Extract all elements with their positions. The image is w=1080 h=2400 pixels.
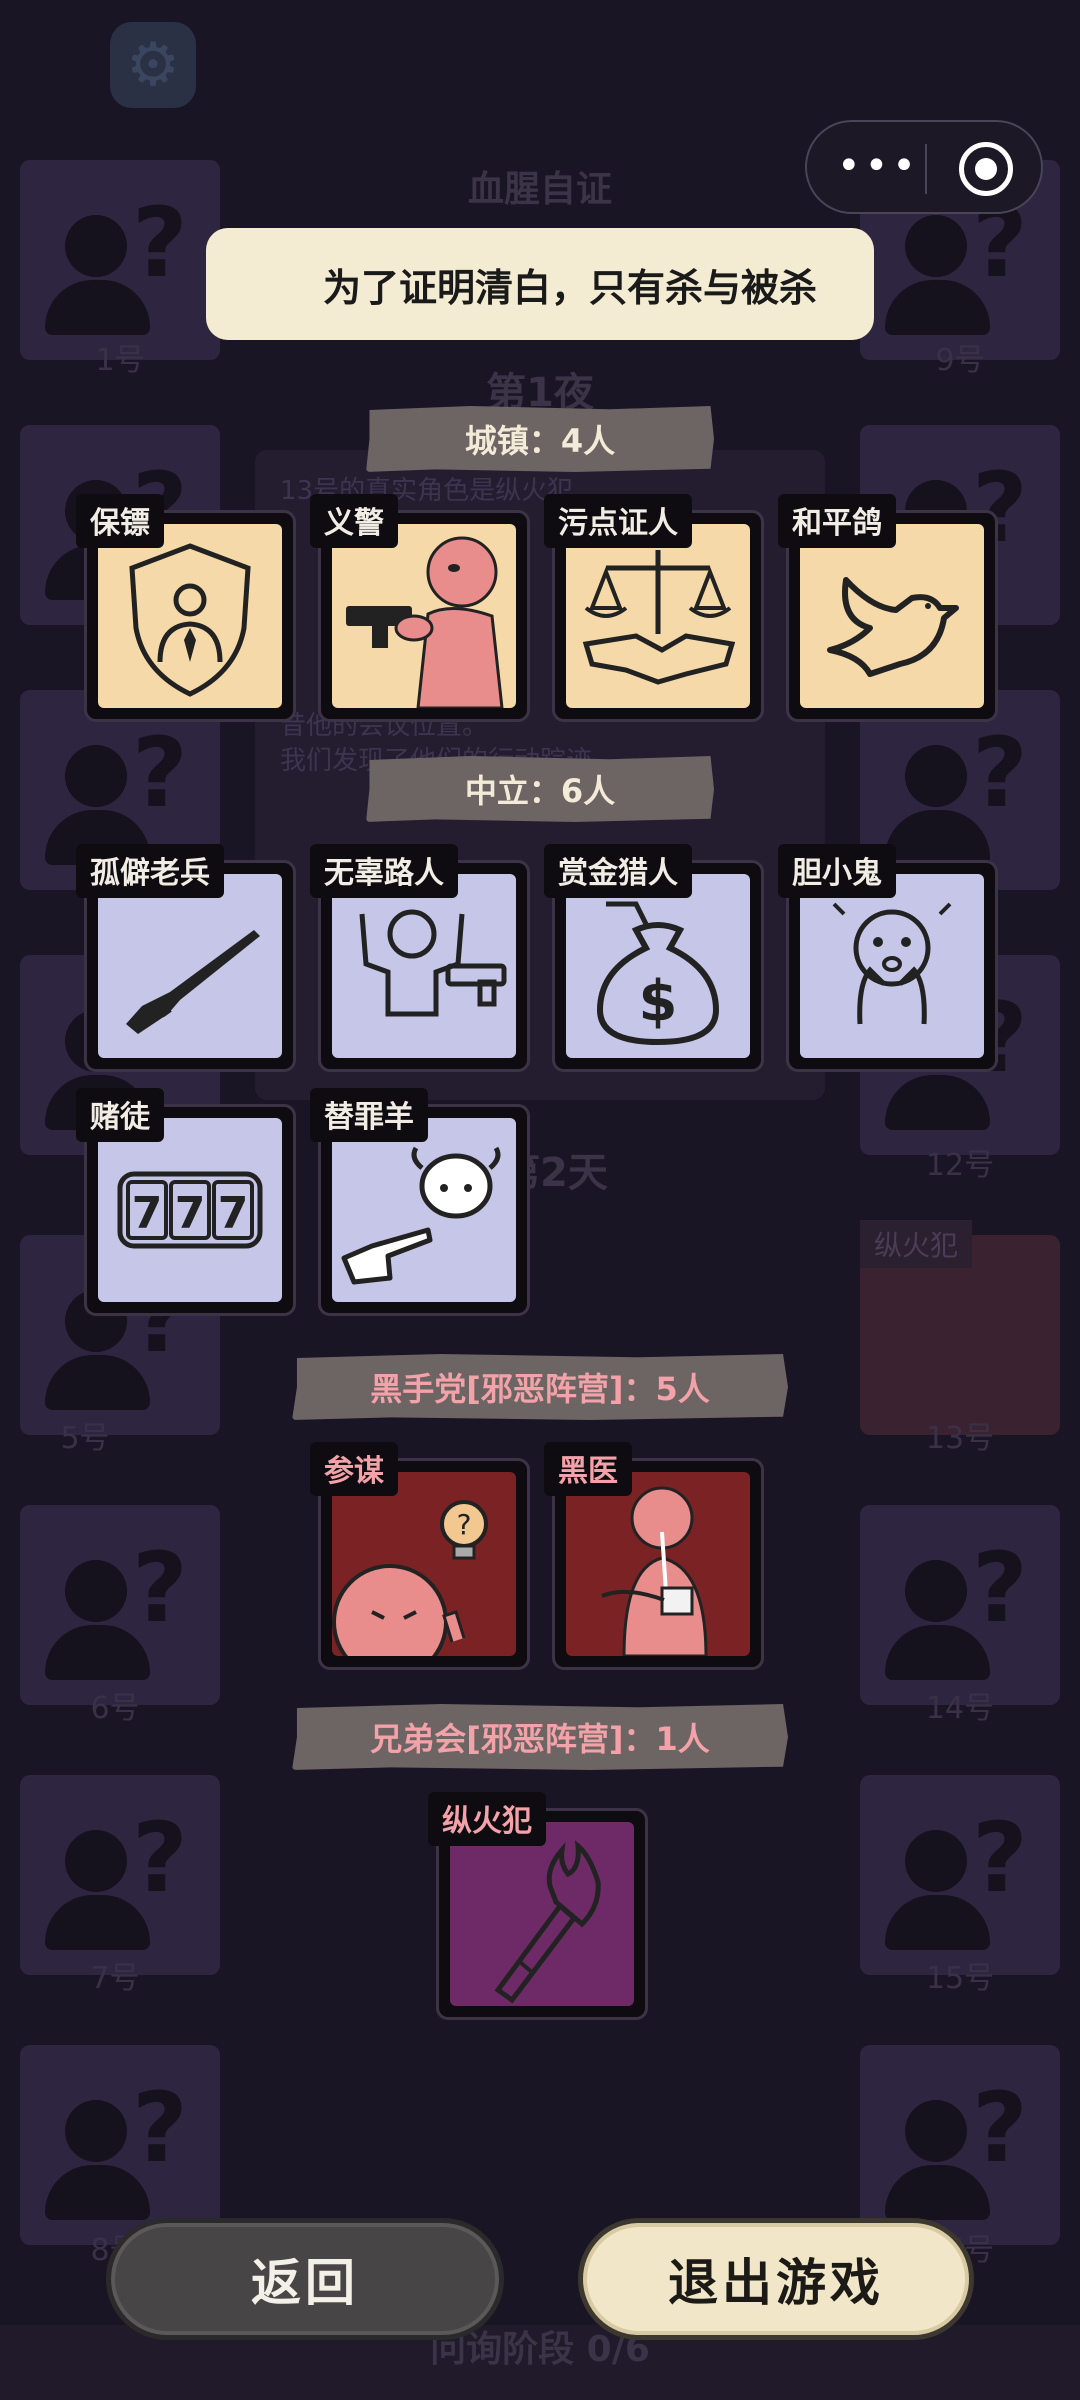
capsule-divider — [925, 144, 927, 194]
torch-icon — [450, 1822, 634, 2006]
seat-number: 1号 — [95, 343, 145, 378]
svg-text:$: $ — [639, 969, 678, 1034]
role-card-bystander[interactable]: 无辜路人 — [310, 844, 530, 1072]
pointing-sheep-icon — [332, 1118, 516, 1302]
player-seat: ? — [20, 1775, 220, 1975]
idea-bulb-icon: ? — [332, 1472, 516, 1656]
role-name: 保镖 — [76, 494, 164, 548]
game-title: 血腥自证 — [467, 169, 612, 210]
dove-icon — [800, 524, 984, 708]
role-card-gambler[interactable]: 7 7 7 赌徒 — [76, 1088, 296, 1316]
more-dots-icon[interactable]: ••• — [837, 146, 917, 188]
seat-number: 9号 — [935, 343, 985, 378]
role-name: 孤僻老兵 — [76, 844, 224, 898]
seat-number: 14号 — [925, 1691, 995, 1726]
tagline-banner: 为了证明清白，只有杀与被杀 — [206, 228, 874, 340]
role-card-arsonist[interactable]: 纵火犯 — [428, 1792, 648, 2020]
role-name: 义警 — [310, 494, 398, 548]
role-name: 和平鸽 — [778, 494, 896, 548]
section-header-town: 城镇：4人 — [366, 406, 714, 472]
seat-number: 7号 — [90, 1961, 140, 1996]
seat-number: 6号 — [90, 1691, 140, 1726]
role-name: 赌徒 — [76, 1088, 164, 1142]
player-seat: ? — [20, 1505, 220, 1705]
player-seat: ? — [860, 1505, 1060, 1705]
money-bag-icon: $ — [566, 874, 750, 1058]
seat-number: 13号 — [925, 1421, 995, 1456]
role-card-strategist[interactable]: ? 参谋 — [310, 1442, 530, 1670]
role-card-coward[interactable]: 胆小鬼 — [778, 844, 998, 1072]
role-card-peace-dove[interactable]: 和平鸽 — [778, 494, 998, 722]
player-seat: ? — [860, 1775, 1060, 1975]
player-seat: ? — [20, 160, 220, 360]
role-name: 替罪羊 — [310, 1088, 428, 1142]
section-header-neutral: 中立：6人 — [366, 756, 714, 822]
section-header-brotherhood: 兄弟会[邪恶阵营]：1人 — [292, 1704, 788, 1770]
role-name: 赏金猎人 — [544, 844, 692, 898]
svg-text:7: 7 — [132, 1188, 163, 1239]
scared-face-icon — [800, 874, 984, 1058]
role-card-bodyguard[interactable]: 保镖 — [76, 494, 296, 722]
svg-text:7: 7 — [175, 1188, 206, 1239]
doctor-bandage-icon — [566, 1472, 750, 1656]
player-seat: ? — [20, 2045, 220, 2245]
section-header-mafia: 黑手党[邪恶阵营]：5人 — [292, 1354, 788, 1420]
role-name: 无辜路人 — [310, 844, 458, 898]
role-card-vigilante[interactable]: 义警 — [310, 494, 530, 722]
player-seat: ? — [860, 2045, 1060, 2245]
role-name: 纵火犯 — [428, 1792, 546, 1846]
seat-number: 12号 — [925, 1148, 995, 1183]
role-card-black-doctor[interactable]: 黑医 — [544, 1442, 764, 1670]
svg-text:7: 7 — [218, 1188, 249, 1239]
seat-number: 5号 — [60, 1421, 110, 1456]
scales-handshake-icon — [566, 524, 750, 708]
role-card-bounty-hunter[interactable]: $ 赏金猎人 — [544, 844, 764, 1072]
slot-777-icon: 7 7 7 — [98, 1118, 282, 1302]
miniprogram-capsule: ••• — [805, 120, 1043, 214]
hands-up-icon — [332, 874, 516, 1058]
shield-person-icon — [98, 524, 282, 708]
target-circle-icon[interactable] — [959, 142, 1013, 196]
rifle-icon — [98, 874, 282, 1058]
gunman-icon — [332, 524, 516, 708]
role-name: 污点证人 — [544, 494, 692, 548]
role-card-witness[interactable]: 污点证人 — [544, 494, 764, 722]
role-name: 胆小鬼 — [778, 844, 896, 898]
revealed-arsonist-label: 纵火犯 — [860, 1220, 973, 1268]
exit-game-button[interactable]: 退出游戏 — [578, 2218, 974, 2340]
svg-text:?: ? — [457, 1508, 472, 1541]
role-name: 参谋 — [310, 1442, 398, 1496]
seat-number: 15号 — [925, 1961, 995, 1996]
role-card-veteran[interactable]: 孤僻老兵 — [76, 844, 296, 1072]
settings-gear-icon: ⚙ — [110, 22, 196, 108]
role-name: 黑医 — [544, 1442, 632, 1496]
role-card-scapegoat[interactable]: 替罪羊 — [310, 1088, 530, 1316]
back-button[interactable]: 返回 — [106, 2218, 504, 2340]
